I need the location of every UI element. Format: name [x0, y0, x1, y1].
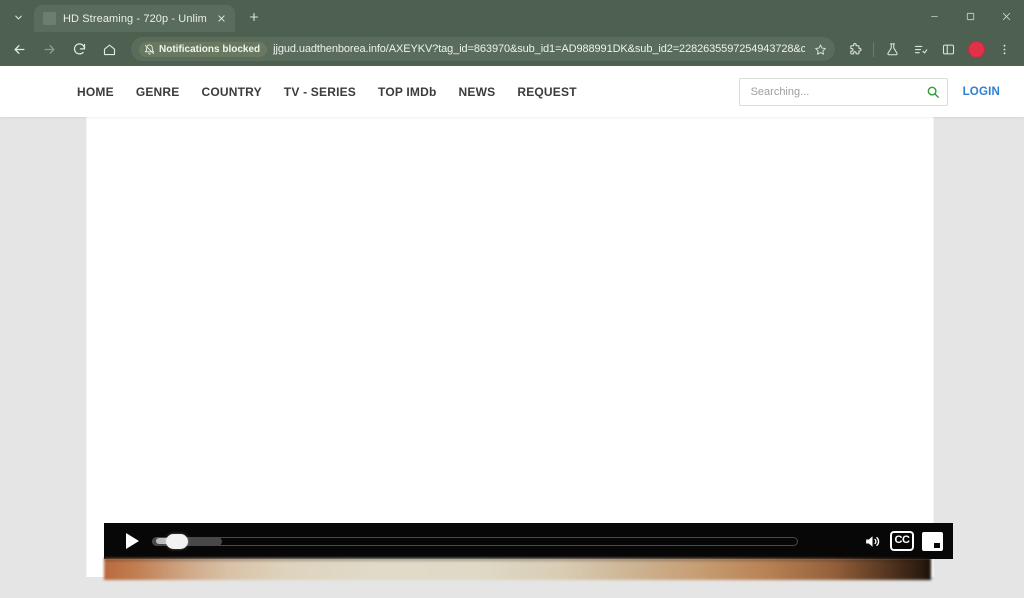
search-icon[interactable] [925, 84, 941, 100]
url-text: jjgud.uadthenborea.info/AXEYKV?tag_id=86… [273, 43, 805, 55]
notifications-blocked-chip[interactable]: Notifications blocked [139, 42, 267, 57]
search-box[interactable] [739, 78, 948, 106]
volume-button[interactable] [859, 528, 885, 554]
page-content-area [86, 117, 934, 577]
nav-item-country[interactable]: COUNTRY [191, 79, 273, 105]
content-edge-right [933, 117, 934, 577]
notifications-blocked-label: Notifications blocked [159, 44, 260, 55]
lab-flask-icon [885, 42, 900, 57]
page-viewport: HOME GENRE COUNTRY TV - SERIES TOP IMDb … [0, 66, 1024, 598]
video-player-controls: CC [104, 523, 953, 559]
progress-track [152, 537, 798, 546]
site-favicon [43, 12, 56, 25]
page-body: CC [0, 117, 1024, 598]
fullscreen-button[interactable] [919, 528, 945, 554]
video-frame-strip [104, 558, 931, 580]
nav-item-home[interactable]: HOME [66, 79, 125, 105]
toolbar-divider [873, 42, 874, 57]
tab-strip: HD Streaming - 720p - Unlim [0, 0, 1024, 32]
site-navigation: HOME GENRE COUNTRY TV - SERIES TOP IMDb … [66, 79, 588, 105]
video-strip-shadow [104, 558, 931, 562]
login-link[interactable]: LOGIN [963, 86, 1000, 98]
reload-icon [72, 42, 87, 57]
extensions-puzzle-icon [848, 42, 863, 57]
reload-button[interactable] [66, 36, 92, 62]
tab-search-button[interactable] [4, 5, 32, 29]
play-icon [126, 533, 139, 549]
pip-inner-frame [933, 542, 941, 549]
progress-thumb[interactable] [166, 534, 188, 549]
star-icon [814, 43, 827, 56]
cc-icon: CC [890, 531, 915, 551]
tab-title: HD Streaming - 720p - Unlim [63, 13, 207, 25]
volume-icon [863, 532, 882, 551]
picture-in-picture-icon [922, 532, 943, 551]
search-input[interactable] [749, 85, 925, 99]
play-button[interactable] [118, 528, 144, 554]
bookmark-star-button[interactable] [811, 40, 829, 58]
home-icon [102, 42, 117, 57]
browser-chrome: HD Streaming - 720p - Unlim [0, 0, 1024, 66]
minimize-button[interactable] [916, 0, 952, 32]
tasks-list-icon [913, 42, 928, 57]
browser-tab[interactable]: HD Streaming - 720p - Unlim [34, 5, 235, 32]
chevron-down-icon [13, 12, 24, 23]
side-panel-button[interactable] [935, 36, 961, 62]
back-arrow-icon [12, 42, 27, 57]
new-tab-button[interactable] [241, 4, 267, 30]
tasks-button[interactable] [907, 36, 933, 62]
content-edge-left [86, 117, 87, 577]
site-header: HOME GENRE COUNTRY TV - SERIES TOP IMDb … [0, 66, 1024, 117]
close-window-button[interactable] [988, 0, 1024, 32]
tab-close-button[interactable] [214, 11, 229, 26]
extensions-button[interactable] [842, 36, 868, 62]
three-dot-menu-icon [998, 43, 1011, 56]
nav-item-tv-series[interactable]: TV - SERIES [273, 79, 367, 105]
address-bar[interactable]: Notifications blocked jjgud.uadthenborea… [131, 37, 835, 61]
browser-window: HD Streaming - 720p - Unlim [0, 0, 1024, 598]
nav-item-genre[interactable]: GENRE [125, 79, 191, 105]
maximize-button[interactable] [952, 0, 988, 32]
nav-item-news[interactable]: NEWS [448, 79, 507, 105]
side-panel-icon [941, 42, 956, 57]
home-button[interactable] [96, 36, 122, 62]
profile-button[interactable] [963, 36, 989, 62]
progress-bar[interactable] [152, 528, 847, 554]
forward-arrow-icon [42, 42, 57, 57]
browser-menu-button[interactable] [991, 36, 1017, 62]
nav-item-request[interactable]: REQUEST [506, 79, 587, 105]
browser-toolbar: Notifications blocked jjgud.uadthenborea… [0, 32, 1024, 66]
bell-blocked-icon [144, 44, 155, 55]
captions-button[interactable]: CC [889, 528, 915, 554]
profile-avatar [968, 41, 985, 58]
lab-button[interactable] [879, 36, 905, 62]
nav-item-top-imdb[interactable]: TOP IMDb [367, 79, 448, 105]
back-button[interactable] [6, 36, 32, 62]
forward-button[interactable] [36, 36, 62, 62]
window-controls [916, 0, 1024, 32]
